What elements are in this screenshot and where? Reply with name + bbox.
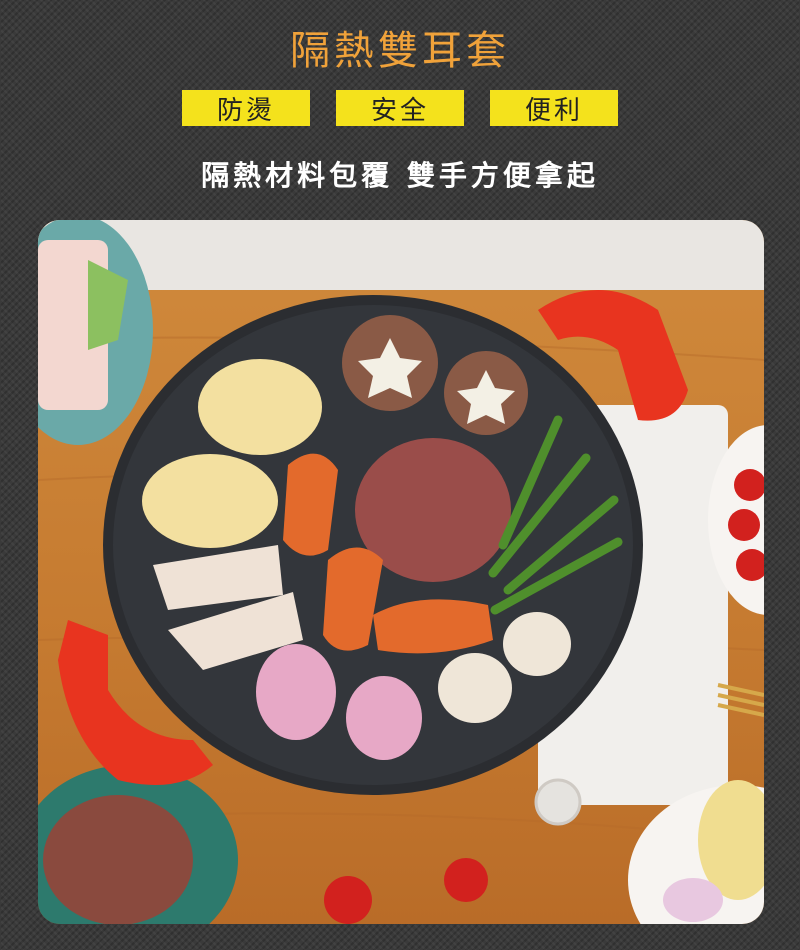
stove-knob [534, 778, 582, 826]
tag-convenient: 便利 [490, 90, 618, 126]
tag-safe: 安全 [336, 90, 464, 126]
page-subtitle: 隔熱材料包覆 雙手方便拿起 [201, 159, 599, 192]
steak-plate [43, 795, 193, 924]
chicken-wing [373, 599, 493, 654]
button-mushroom [438, 653, 512, 723]
onion [663, 878, 723, 922]
cherry-tomato [444, 858, 488, 902]
tag-heat-proof: 防燙 [182, 90, 310, 126]
grill-pan-illustration [38, 220, 764, 924]
wall [38, 220, 764, 290]
cherry-tomato [728, 509, 760, 541]
onion-slice [346, 676, 422, 760]
page-title: 隔熱雙耳套 [290, 28, 510, 74]
feature-tags: 防燙 安全 便利 [0, 90, 800, 128]
potato-slice [142, 454, 278, 548]
onion-slice [256, 644, 336, 740]
potato-slice [198, 359, 322, 455]
cherry-tomato [324, 876, 372, 924]
product-photo [38, 220, 764, 924]
button-mushroom [503, 612, 571, 676]
